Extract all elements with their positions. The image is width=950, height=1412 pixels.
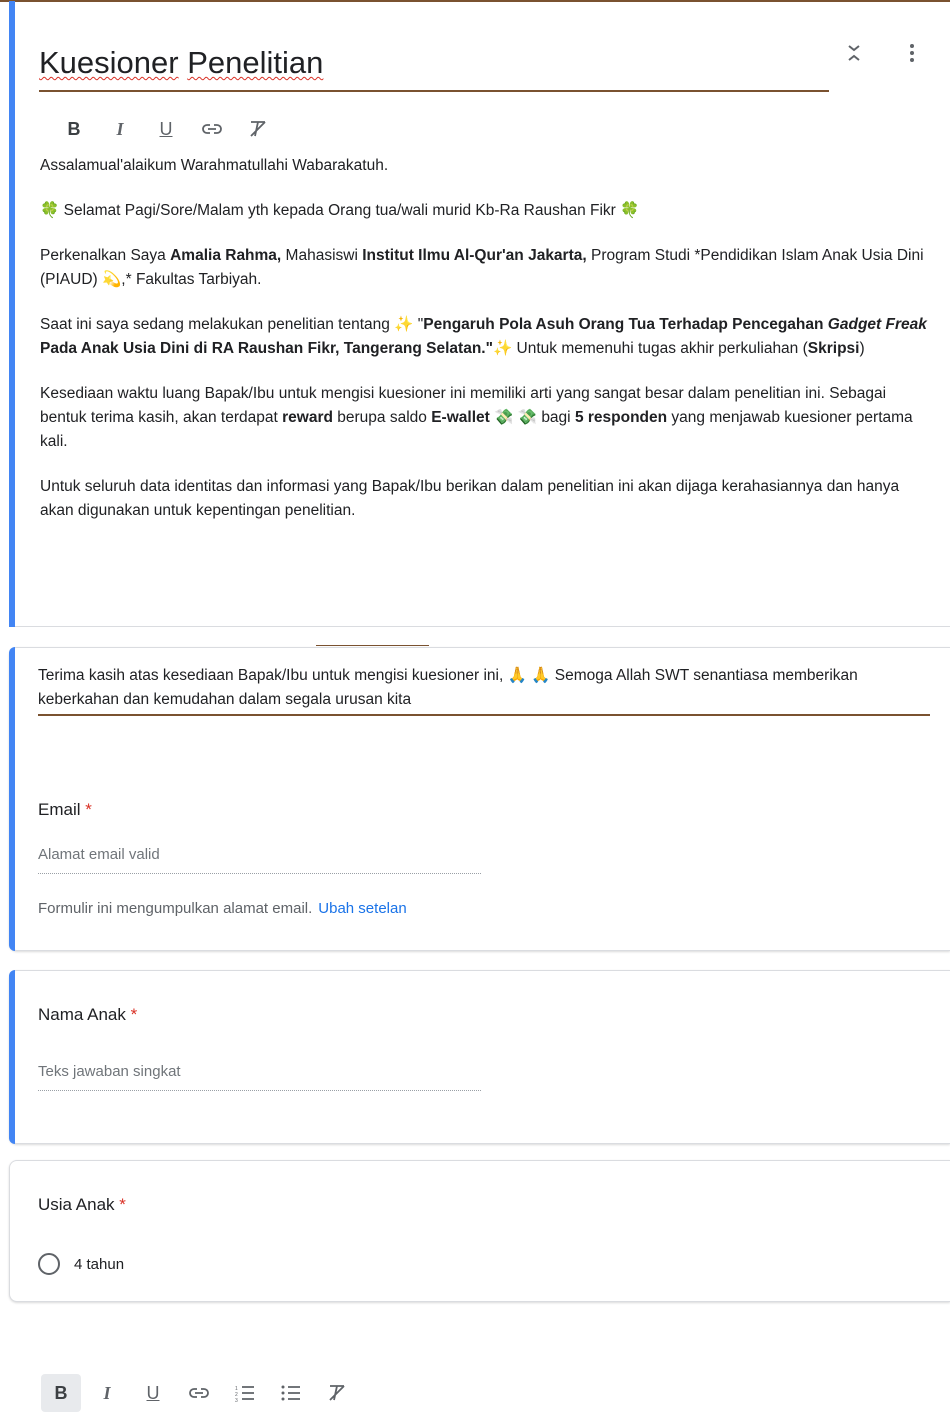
radio-option-label: 4 tahun [74, 1255, 125, 1273]
radio-circle-icon[interactable] [38, 1253, 60, 1275]
form-header-card[interactable]: Kuesioner Penelitian B I U Assalamual'al… [9, 1, 950, 627]
italic-button[interactable]: I [100, 110, 140, 148]
link-icon[interactable] [179, 1374, 219, 1412]
card-accent-bar [9, 970, 15, 1144]
form-title-input[interactable]: Kuesioner Penelitian [39, 42, 829, 92]
drag-divider [316, 645, 429, 646]
usia-anak-question-label: Usia Anak * [38, 1195, 126, 1214]
clear-format-icon[interactable] [317, 1374, 357, 1412]
title-word: Penelitian [187, 45, 324, 80]
required-asterisk: * [130, 1005, 138, 1024]
description-paragraph: Kesediaan waktu luang Bapak/Ibu untuk me… [40, 385, 913, 450]
description-paragraph: 🍀 Selamat Pagi/Sore/Malam yth kepada Ora… [40, 202, 640, 219]
radio-option[interactable]: 4 tahun [38, 1253, 124, 1275]
section-description-input[interactable]: Terima kasih atas kesediaan Bapak/Ibu un… [38, 664, 930, 716]
description-paragraph: Untuk seluruh data identitas dan informa… [40, 478, 900, 519]
svg-text:3: 3 [235, 1398, 238, 1402]
clear-format-icon[interactable] [238, 110, 278, 148]
card-accent-bar [9, 1, 15, 627]
underline-button[interactable]: U [146, 110, 186, 148]
collapse-icon[interactable] [848, 44, 860, 68]
card-accent-bar [9, 647, 15, 951]
description-paragraph: Perkenalkan Saya Amalia Rahma, Mahasiswi… [40, 247, 924, 288]
bulleted-list-icon[interactable] [271, 1374, 311, 1412]
nama-anak-question-label: Nama Anak * [38, 1005, 138, 1024]
bold-button[interactable]: B [41, 1374, 81, 1412]
description-paragraph: Assalamual'alaikum Warahmatullahi Wabara… [40, 157, 389, 174]
email-field[interactable]: Alamat email valid [38, 846, 481, 874]
title-format-toolbar: B I U [54, 110, 284, 148]
underline-button[interactable]: U [133, 1374, 173, 1412]
nama-anak-question-card[interactable]: Nama Anak * Teks jawaban singkat [9, 970, 950, 1144]
more-options-icon[interactable] [910, 44, 914, 68]
email-question-label: Email * [38, 800, 92, 819]
email-question-card[interactable]: Terima kasih atas kesediaan Bapak/Ibu un… [9, 647, 950, 1412]
required-asterisk: * [119, 1195, 126, 1214]
form-description[interactable]: Assalamual'alaikum Warahmatullahi Wabara… [40, 154, 930, 544]
numbered-list-icon[interactable]: 123 [225, 1374, 265, 1412]
title-word: Kuesioner [39, 45, 179, 80]
email-collection-note: Formulir ini mengumpulkan alamat email. U… [38, 900, 407, 917]
short-answer-field[interactable]: Teks jawaban singkat [38, 1063, 481, 1091]
required-asterisk: * [85, 800, 92, 819]
description-format-toolbar: B I U 123 [41, 1374, 363, 1412]
italic-button[interactable]: I [87, 1374, 127, 1412]
change-settings-link[interactable]: Ubah setelan [318, 900, 406, 917]
description-paragraph: Saat ini saya sedang melakukan penelitia… [40, 316, 927, 357]
link-icon[interactable] [192, 110, 232, 148]
bold-button[interactable]: B [54, 110, 94, 148]
usia-anak-question-card[interactable]: Usia Anak * 4 tahun [9, 1160, 950, 1302]
